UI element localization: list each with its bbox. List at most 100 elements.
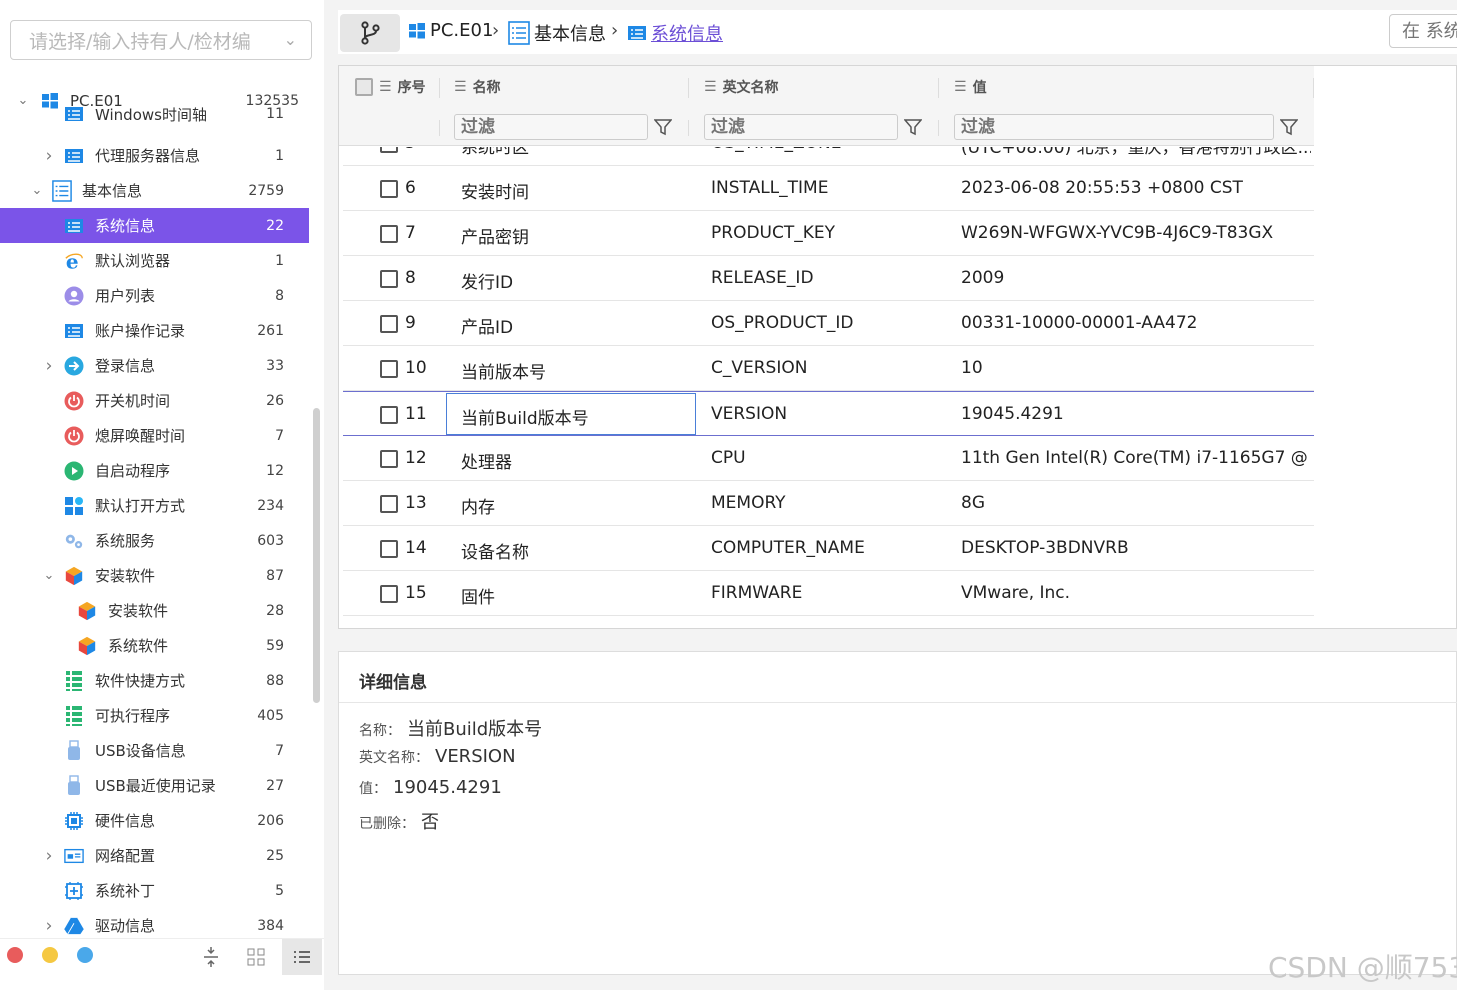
cell-name[interactable]: 处理器	[461, 448, 691, 473]
table-row[interactable]: 8 发行ID RELEASE_ID 2009	[343, 256, 1314, 301]
yellow-dot-icon[interactable]	[42, 947, 58, 963]
chevron-right-icon[interactable]: ›	[42, 917, 56, 934]
column-menu-icon[interactable]: ☰	[954, 79, 967, 95]
column-header-en[interactable]: ☰ 英文名称	[704, 66, 779, 108]
cell-en[interactable]: PRODUCT_KEY	[711, 223, 941, 243]
tree-item[interactable]: › 登录信息 33	[0, 348, 309, 383]
table-row[interactable]: 7 产品密钥 PRODUCT_KEY W269N-WFGWX-YVC9B-4J6C9-…	[343, 211, 1314, 256]
cell-value[interactable]: W269N-WFGWX-YVC9B-4J6C9-T83GX	[961, 223, 1311, 243]
cell-name[interactable]: 固件	[461, 583, 691, 608]
sidebar-scrollbar[interactable]	[313, 408, 320, 703]
cell-en[interactable]: FIRMWARE	[711, 583, 941, 603]
cell-name[interactable]: 内存	[461, 493, 691, 518]
cell-en[interactable]: VERSION	[711, 404, 941, 424]
column-menu-icon[interactable]: ☰	[454, 79, 467, 95]
cell-no[interactable]: 10	[405, 358, 445, 378]
cell-value[interactable]: 10	[961, 358, 1311, 378]
breadcrumb-item-system[interactable]: 系统信息	[627, 20, 723, 46]
row-checkbox[interactable]	[380, 147, 398, 153]
cell-name[interactable]: 系统时区	[461, 147, 691, 158]
grid-view-icon[interactable]	[241, 943, 271, 971]
table-row[interactable]: 6 安装时间 INSTALL_TIME 2023-06-08 20:55:53 +08…	[343, 166, 1314, 211]
chevron-down-icon[interactable]: ⌄	[30, 183, 44, 198]
tree-item[interactable]: 熄屏唤醒时间 7	[0, 418, 309, 453]
cell-en[interactable]: INSTALL_TIME	[711, 178, 941, 198]
column-divider[interactable]	[938, 78, 939, 98]
tree-item[interactable]: 开关机时间 26	[0, 383, 309, 418]
column-menu-icon[interactable]: ☰	[379, 79, 392, 95]
table-row[interactable]: 12 处理器 CPU 11th Gen Intel(R) Core(TM) i7-11…	[343, 436, 1314, 481]
tree-item[interactable]: ⌄ 基本信息 2759	[0, 173, 309, 208]
filter-value-input[interactable]	[955, 115, 1273, 139]
tree-item[interactable]: 软件快捷方式 88	[0, 663, 309, 698]
tree-item[interactable]: 账户操作记录 261	[0, 313, 309, 348]
tree-item[interactable]: ⌄ 安装软件 87	[0, 558, 309, 593]
cell-no[interactable]: 9	[405, 313, 445, 333]
tree-item[interactable]: USB设备信息 7	[0, 733, 309, 768]
row-checkbox[interactable]	[380, 270, 398, 288]
cell-en[interactable]: COMPUTER_NAME	[711, 538, 941, 558]
cell-no[interactable]: 7	[405, 223, 445, 243]
cell-value[interactable]: 19045.4291	[961, 404, 1311, 424]
search-input[interactable]	[1390, 15, 1457, 47]
search-box[interactable]	[1389, 14, 1457, 48]
filter-value[interactable]	[954, 114, 1274, 140]
table-row[interactable]: 15 固件 FIRMWARE VMware, Inc.	[343, 571, 1314, 616]
cell-en[interactable]: OS_TIME_ZONE	[711, 147, 941, 153]
cell-no[interactable]: 8	[405, 268, 445, 288]
column-header-value[interactable]: ☰ 值	[954, 66, 987, 108]
cell-value[interactable]: VMware, Inc.	[961, 583, 1311, 603]
cell-name[interactable]: 安装时间	[461, 178, 691, 203]
cell-no[interactable]: 13	[405, 493, 445, 513]
cell-value[interactable]: 8G	[961, 493, 1311, 513]
cell-name[interactable]: 发行ID	[461, 268, 691, 293]
row-checkbox[interactable]	[380, 540, 398, 558]
chevron-right-icon[interactable]: ›	[42, 357, 56, 374]
row-checkbox[interactable]	[380, 450, 398, 468]
tree-item[interactable]: 系统补丁 5	[0, 873, 309, 908]
tree-item[interactable]: 系统服务 603	[0, 523, 309, 558]
breadcrumb-item-pc[interactable]: PC.E01	[408, 20, 493, 41]
blue-dot-icon[interactable]	[77, 947, 93, 963]
cell-value[interactable]: 2009	[961, 268, 1311, 288]
tree-item[interactable]: › 代理服务器信息 1	[0, 138, 309, 173]
row-checkbox[interactable]	[380, 225, 398, 243]
row-checkbox[interactable]	[380, 495, 398, 513]
filter-en-input[interactable]	[705, 115, 897, 139]
select-all-checkbox[interactable]	[355, 78, 373, 96]
column-header-name[interactable]: ☰ 名称	[454, 66, 501, 108]
table-row[interactable]: 5 系统时区 OS_TIME_ZONE (UTC+08:00) 北京，重庆，香港特别行…	[343, 147, 1314, 166]
tree-item[interactable]: Windows时间轴 11	[0, 103, 309, 125]
collapse-all-icon[interactable]	[196, 943, 226, 971]
row-checkbox[interactable]	[380, 585, 398, 603]
column-header-no[interactable]: ☰ 序号	[379, 66, 426, 108]
cell-en[interactable]: RELEASE_ID	[711, 268, 941, 288]
table-row[interactable]: 9 产品ID OS_PRODUCT_ID 00331-10000-00001-AA47…	[343, 301, 1314, 346]
breadcrumb-item-basic[interactable]: 基本信息	[508, 20, 606, 46]
table-row[interactable]: 11 当前Build版本号 VERSION 19045.4291	[343, 391, 1314, 436]
cell-no[interactable]: 14	[405, 538, 445, 558]
cell-en[interactable]: CPU	[711, 448, 941, 468]
row-checkbox[interactable]	[380, 360, 398, 378]
cell-name[interactable]: 产品密钥	[461, 223, 691, 248]
tree-item[interactable]: 硬件信息 206	[0, 803, 309, 838]
filter-en[interactable]	[704, 114, 898, 140]
cell-no[interactable]: 6	[405, 178, 445, 198]
cell-en[interactable]: MEMORY	[711, 493, 941, 513]
cell-en[interactable]: C_VERSION	[711, 358, 941, 378]
tree-item[interactable]: 系统信息 22	[0, 208, 309, 243]
tree-item[interactable]: 自启动程序 12	[0, 453, 309, 488]
cell-no[interactable]: 12	[405, 448, 445, 468]
tree-item[interactable]: USB最近使用记录 27	[0, 768, 309, 803]
filter-icon[interactable]	[1278, 116, 1300, 138]
filter-icon[interactable]	[902, 116, 924, 138]
filter-name-input[interactable]	[455, 115, 647, 139]
table-row[interactable]: 14 设备名称 COMPUTER_NAME DESKTOP-3BDNVRB	[343, 526, 1314, 571]
cell-name[interactable]: 当前版本号	[461, 358, 691, 383]
list-view-icon[interactable]	[282, 939, 322, 975]
column-menu-icon[interactable]: ☰	[704, 79, 717, 95]
chevron-down-icon[interactable]: ⌄	[42, 568, 56, 583]
cell-value[interactable]: 00331-10000-00001-AA472	[961, 313, 1311, 333]
table-row[interactable]: 10 当前版本号 C_VERSION 10	[343, 346, 1314, 391]
cell-value[interactable]: DESKTOP-3BDNVRB	[961, 538, 1311, 558]
